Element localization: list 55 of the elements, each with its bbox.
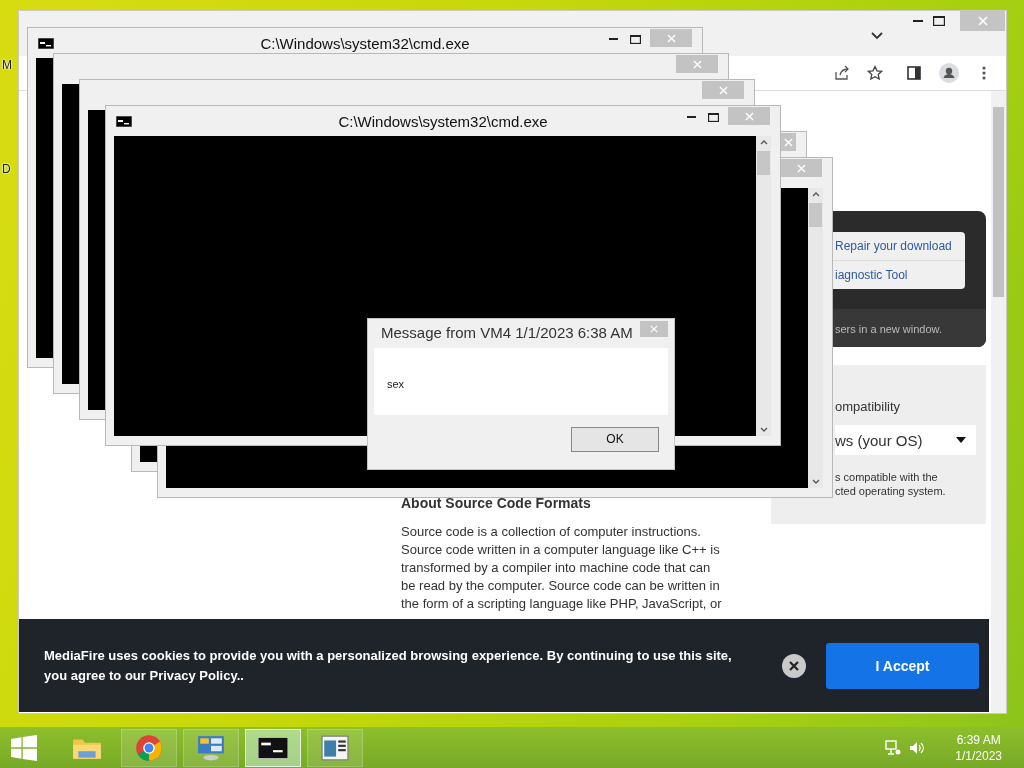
close-icon (666, 33, 676, 43)
accept-button[interactable]: I Accept (826, 642, 979, 689)
close-icon (744, 111, 754, 121)
control-panel-icon (197, 734, 225, 761)
chevron-down-icon[interactable] (759, 427, 768, 432)
minimize-icon (686, 116, 696, 118)
cookie-message: MediaFire uses cookies to provide you with a personalized browsing experience. By continuing to use this site, you agree to our Privacy Policy.. (44, 646, 733, 685)
chevron-down-icon[interactable] (811, 479, 820, 484)
taskbar-button[interactable] (245, 728, 301, 767)
close-icon[interactable] (782, 653, 806, 678)
side-panel-icon[interactable] (906, 65, 922, 81)
article-heading: About Source Code Formats (401, 495, 592, 511)
close-icon (650, 325, 658, 333)
scroll-thumb[interactable] (809, 203, 822, 227)
desktop-icon-label[interactable]: D (2, 162, 11, 176)
scrollbar[interactable] (756, 136, 771, 436)
scrollbar[interactable] (991, 91, 1006, 713)
star-icon[interactable] (867, 65, 883, 81)
close-icon (783, 137, 793, 147)
chevron-up-icon[interactable] (759, 140, 768, 145)
compatibility-note: s compatible with the cted operating system. (835, 470, 947, 498)
close-icon (718, 85, 728, 95)
chevron-up-icon[interactable] (811, 192, 820, 197)
close-icon (796, 163, 806, 173)
dialog-title: Message from VM4 1/1/2023 6:38 AM (381, 324, 633, 341)
console-icon (38, 38, 54, 49)
maximize-icon (629, 34, 641, 44)
scrollbar[interactable] (808, 188, 823, 488)
console-icon (116, 116, 132, 127)
desktop-icon-label[interactable]: M (2, 58, 12, 72)
share-icon[interactable] (834, 65, 850, 81)
article-paragraph: Source code is a collection of computer instructions. Source code written in a computer language like C++ is transformed by a compiler into machine code that can be read by the computer. Source code can be written in the form of a scripting language like PHP, JavaScript, or (401, 523, 723, 613)
window-icon (321, 734, 349, 761)
minimize-icon (608, 38, 618, 40)
window-title: C:\Windows\system32\cmd.exe (259, 35, 471, 52)
chevron-down-icon[interactable] (871, 32, 883, 40)
notice-text: sers in a new window. (835, 323, 942, 335)
dialog-message: sex (387, 378, 405, 390)
maximize-icon (707, 112, 719, 122)
browser-icon (135, 733, 163, 762)
ok-button[interactable]: OK (571, 426, 659, 452)
download-link[interactable]: Repair your download (833, 232, 965, 260)
close-icon (977, 16, 988, 26)
compatibility-label: ompatibility (835, 399, 902, 414)
scroll-thumb[interactable] (757, 151, 770, 175)
maximize-icon (932, 16, 945, 26)
minimize-icon (912, 20, 923, 22)
close-icon (692, 59, 702, 69)
avatar-icon[interactable] (939, 63, 959, 83)
console-icon (258, 736, 288, 759)
window-title: C:\Windows\system32\cmd.exe (337, 113, 549, 130)
network-icon[interactable] (885, 739, 902, 756)
os-select[interactable]: ws (your OS) (835, 425, 976, 455)
start-icon[interactable] (11, 734, 37, 761)
caret-icon (956, 437, 966, 443)
